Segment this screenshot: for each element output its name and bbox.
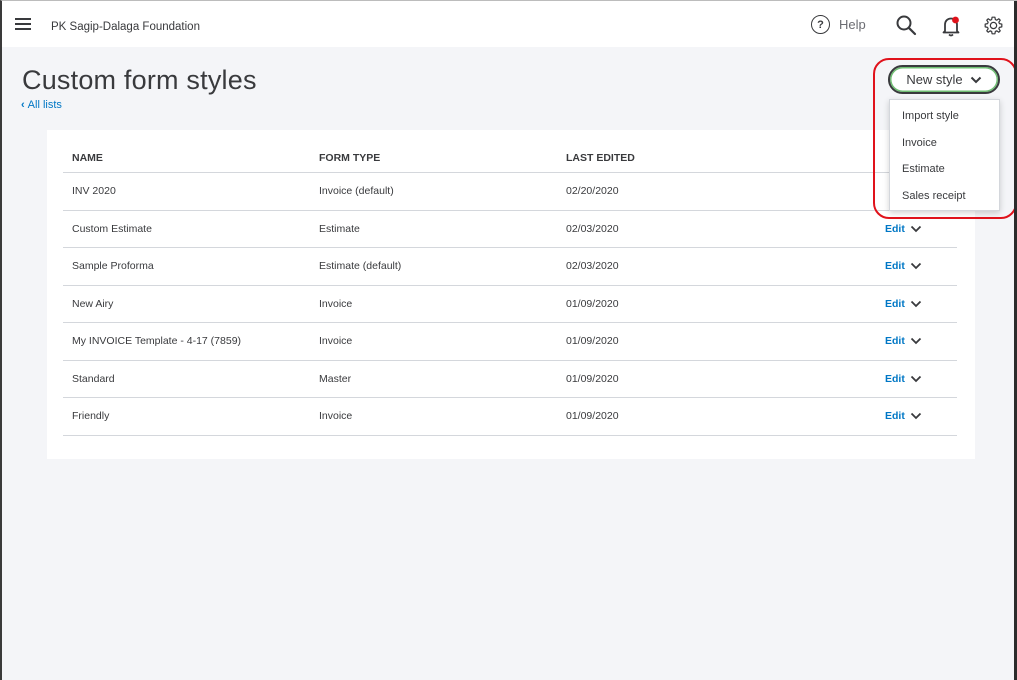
cell-form-type: Invoice xyxy=(319,335,353,348)
notification-dot xyxy=(952,16,959,24)
cell-name: Standard xyxy=(72,372,115,385)
new-style-button[interactable]: New style xyxy=(888,65,1000,94)
cell-form-type: Estimate (default) xyxy=(319,260,402,273)
table-row: My INVOICE Template - 4-17 (7859) Invoice… xyxy=(63,323,957,361)
chevron-down-icon[interactable] xyxy=(910,300,922,308)
row-actions: Edit xyxy=(885,298,957,310)
chevron-down-icon[interactable] xyxy=(910,262,922,270)
form-styles-card: NAME FORM TYPE LAST EDITED INV 2020 Invoi… xyxy=(47,130,975,459)
table-row: Sample Proforma Estimate (default) 02/03/2… xyxy=(63,248,957,286)
cell-form-type: Master xyxy=(319,372,352,385)
all-lists-link[interactable]: ‹ All lists xyxy=(21,99,62,111)
cell-last-edited: 01/09/2020 xyxy=(566,372,619,385)
chevron-down-icon[interactable] xyxy=(910,225,922,233)
chevron-down-icon xyxy=(970,76,981,83)
page-title: Custom form styles xyxy=(22,65,257,95)
search-icon[interactable] xyxy=(895,14,917,36)
table-row: Standard Master 01/09/2020 Edit xyxy=(63,361,957,398)
cell-last-edited: 01/09/2020 xyxy=(566,297,619,310)
column-header-form-type[interactable]: FORM TYPE xyxy=(310,152,558,164)
menu-item-estimate[interactable]: Estimate xyxy=(890,156,999,183)
cell-name: Friendly xyxy=(72,410,110,423)
new-style-menu: Import style Invoice Estimate Sales rece… xyxy=(889,99,1000,211)
cell-name: Custom Estimate xyxy=(72,222,152,235)
top-bar: PK Sagip-Dalaga Foundation ? Help xyxy=(2,1,1015,47)
help-icon: ? xyxy=(811,15,830,34)
cell-last-edited: 01/09/2020 xyxy=(566,335,619,348)
chevron-down-icon[interactable] xyxy=(910,412,922,420)
cell-name: New Airy xyxy=(72,297,114,310)
cell-form-type: Estimate xyxy=(319,222,360,235)
help-label: Help xyxy=(839,17,866,32)
bell-icon[interactable] xyxy=(941,15,961,37)
column-header-last-edited[interactable]: LAST EDITED xyxy=(558,152,885,164)
form-styles-table: NAME FORM TYPE LAST EDITED INV 2020 Invoi… xyxy=(63,143,957,436)
edit-link[interactable]: Edit xyxy=(885,260,905,272)
all-lists-label: All lists xyxy=(27,99,62,111)
cell-form-type: Invoice (default) xyxy=(319,185,394,198)
edit-link[interactable]: Edit xyxy=(885,373,905,385)
help-button[interactable]: ? Help xyxy=(811,15,866,34)
table-row: New Airy Invoice 01/09/2020 Edit xyxy=(63,286,957,323)
cell-name: INV 2020 xyxy=(72,185,116,198)
menu-item-sales-receipt[interactable]: Sales receipt xyxy=(890,183,999,210)
row-actions: Edit xyxy=(885,260,957,272)
edit-link[interactable]: Edit xyxy=(885,223,905,235)
edit-link[interactable]: Edit xyxy=(885,298,905,310)
chevron-left-icon: ‹ xyxy=(21,99,25,111)
chevron-down-icon[interactable] xyxy=(910,337,922,345)
cell-form-type: Invoice xyxy=(319,297,353,310)
row-actions: Edit xyxy=(885,410,957,422)
row-actions: Edit xyxy=(885,335,957,347)
gear-icon[interactable] xyxy=(983,15,1004,36)
row-actions: Edit xyxy=(885,223,957,235)
row-actions: Edit xyxy=(885,373,957,385)
edit-link[interactable]: Edit xyxy=(885,335,905,347)
menu-item-import-style[interactable]: Import style xyxy=(890,103,999,130)
table-header: NAME FORM TYPE LAST EDITED xyxy=(63,143,957,173)
edit-link[interactable]: Edit xyxy=(885,410,905,422)
company-name: PK Sagip-Dalaga Foundation xyxy=(51,21,200,33)
cell-last-edited: 02/20/2020 xyxy=(566,185,619,198)
cell-last-edited: 02/03/2020 xyxy=(566,222,619,235)
table-row: INV 2020Invoice (default)02/20/2020Edit xyxy=(63,173,957,211)
cell-form-type: Invoice xyxy=(319,410,353,423)
hamburger-icon[interactable] xyxy=(15,18,31,30)
table-row: Friendly Invoice 01/09/2020 Edit xyxy=(63,398,957,436)
column-header-name[interactable]: NAME xyxy=(63,152,310,164)
new-style-label: New style xyxy=(906,72,963,87)
cell-name: My INVOICE Template - 4-17 (7859) xyxy=(72,335,242,348)
app-window: PK Sagip-Dalaga Foundation ? Help Custom… xyxy=(0,0,1017,680)
menu-item-invoice[interactable]: Invoice xyxy=(890,130,999,157)
table-row: Custom Estimate Estimate 02/03/2020 Edit xyxy=(63,211,957,248)
cell-last-edited: 02/03/2020 xyxy=(566,260,619,273)
cell-last-edited: 01/09/2020 xyxy=(566,410,619,423)
cell-name: Sample Proforma xyxy=(72,260,154,273)
chevron-down-icon[interactable] xyxy=(910,375,922,383)
